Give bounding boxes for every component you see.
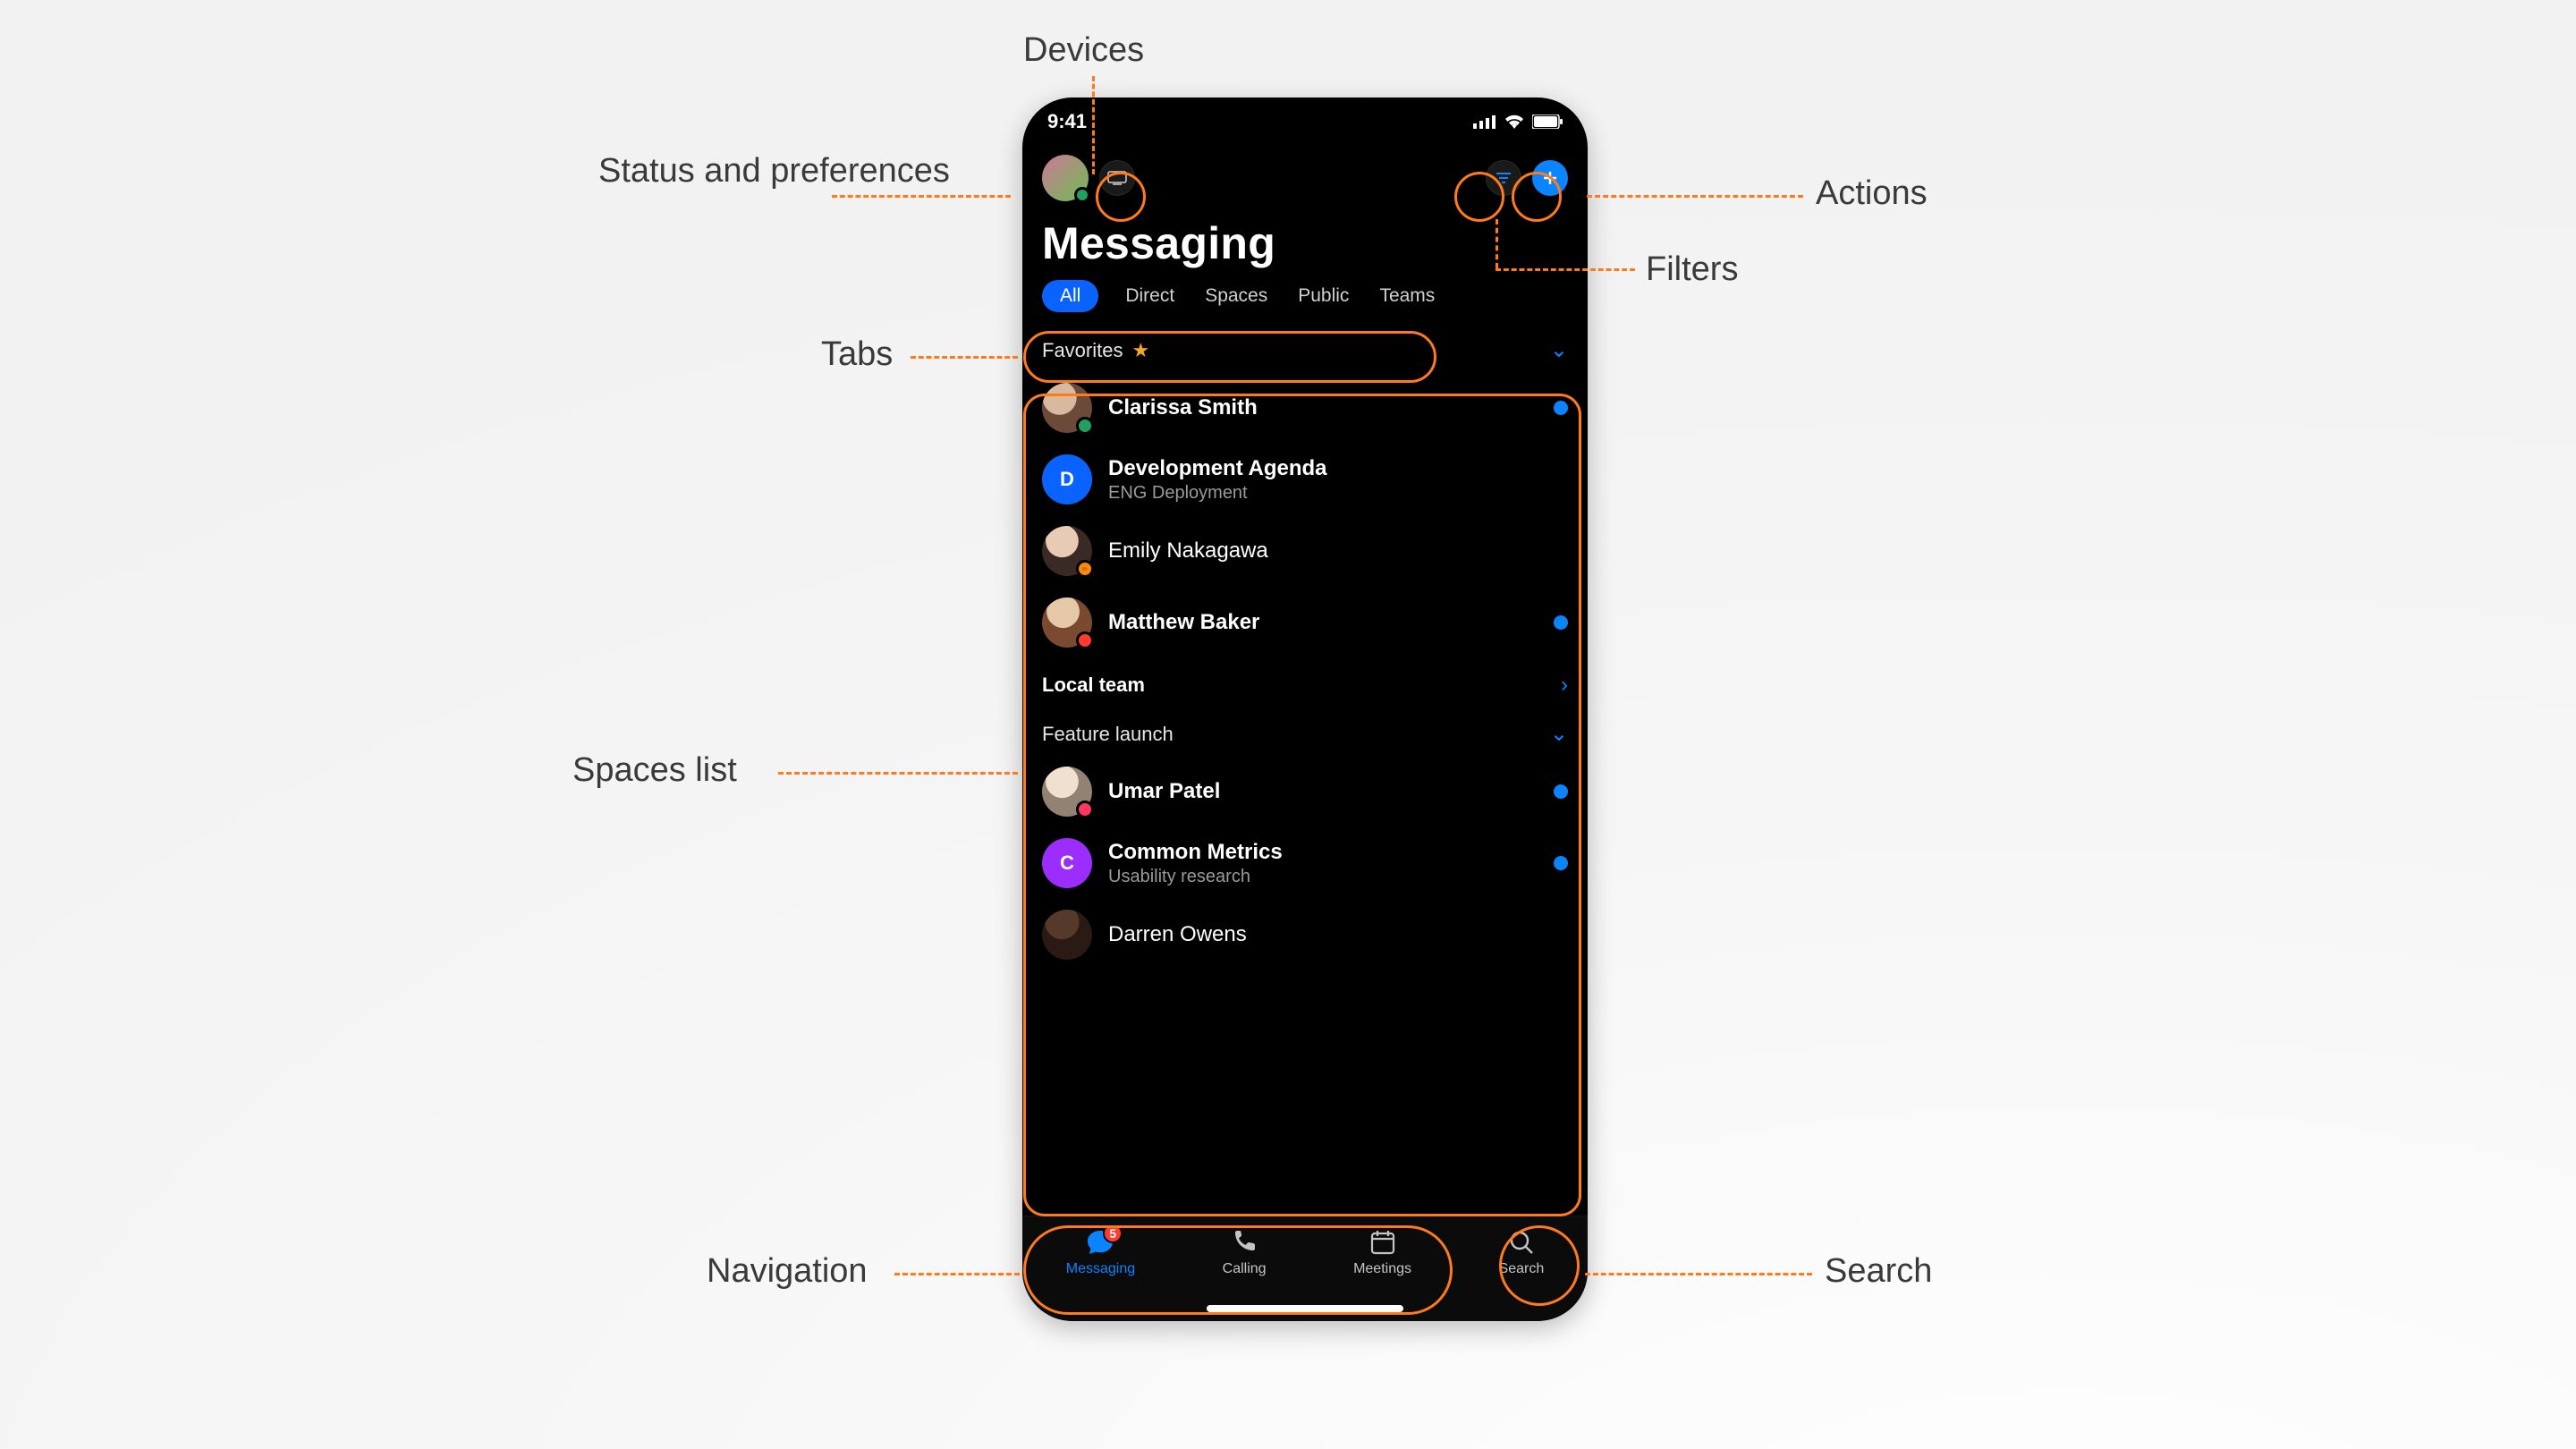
tabs-row: All Direct Spaces Public Teams xyxy=(1022,280,1588,318)
leader-line xyxy=(1496,219,1498,268)
highlight-ring xyxy=(1512,172,1562,222)
leader-line xyxy=(1585,1273,1812,1275)
callout-filters: Filters xyxy=(1646,250,1738,289)
callout-search: Search xyxy=(1825,1252,1932,1291)
profile-avatar[interactable] xyxy=(1042,155,1089,201)
tab-all[interactable]: All xyxy=(1042,280,1098,312)
callout-tabs: Tabs xyxy=(821,335,893,374)
highlight-ring xyxy=(1023,394,1581,1216)
highlight-ring xyxy=(1454,172,1504,222)
tab-teams[interactable]: Teams xyxy=(1376,280,1438,312)
leader-line xyxy=(832,195,1011,198)
signal-icon xyxy=(1473,114,1496,129)
leader-line xyxy=(894,1273,1020,1275)
callout-spaces: Spaces list xyxy=(572,751,737,790)
highlight-ring xyxy=(1023,1225,1453,1315)
presence-indicator xyxy=(1074,187,1090,203)
leader-line xyxy=(778,772,1018,775)
callout-statuspref: Status and preferences xyxy=(598,152,822,191)
highlight-ring xyxy=(1023,331,1436,383)
callout-devices: Devices xyxy=(1023,31,1144,70)
highlight-ring xyxy=(1499,1225,1580,1306)
wifi-icon xyxy=(1504,114,1525,130)
battery-icon xyxy=(1532,114,1563,129)
callout-navigation: Navigation xyxy=(707,1252,868,1291)
tab-spaces[interactable]: Spaces xyxy=(1201,280,1271,312)
chevron-down-icon: ⌄ xyxy=(1550,337,1568,363)
tab-direct[interactable]: Direct xyxy=(1122,280,1178,312)
leader-line xyxy=(1092,76,1095,174)
status-bar: 9:41 xyxy=(1022,97,1588,146)
tab-public[interactable]: Public xyxy=(1294,280,1352,312)
callout-actions: Actions xyxy=(1816,174,1928,213)
leader-line xyxy=(911,356,1018,359)
highlight-ring xyxy=(1096,172,1146,222)
leader-line xyxy=(1496,268,1635,271)
status-icons xyxy=(1473,114,1563,130)
status-time: 9:41 xyxy=(1047,110,1087,133)
leader-line xyxy=(1587,195,1803,198)
